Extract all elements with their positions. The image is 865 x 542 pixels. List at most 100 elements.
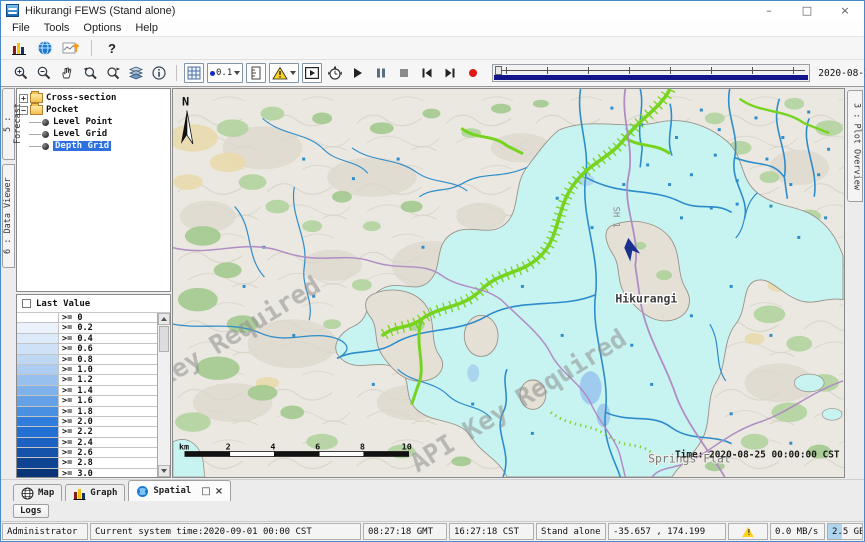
legend-row[interactable]: >= 0.4 <box>17 334 157 344</box>
stop-button[interactable] <box>394 63 414 83</box>
skip-to-end-button[interactable] <box>440 63 460 83</box>
close-button[interactable]: × <box>826 2 864 20</box>
scrollbar-thumb[interactable] <box>159 326 169 352</box>
info-icon[interactable] <box>149 63 169 83</box>
minimize-button[interactable]: – <box>750 2 788 20</box>
map-toolbar: 0.1 <box>1 60 864 87</box>
tab-forecast[interactable]: 5 : Forecast <box>2 88 15 160</box>
scroll-up-button[interactable] <box>158 313 170 325</box>
tree-item-label: Cross-section <box>46 93 116 103</box>
legend-scrollbar[interactable] <box>157 313 170 477</box>
tree-item-cross-section[interactable]: Cross-section <box>19 92 168 104</box>
app-window: Hikurangi FEWS (Stand alone) – □ × File … <box>0 0 865 542</box>
legend-row[interactable]: >= 0.6 <box>17 344 157 354</box>
legend-row[interactable]: >= 3.0 <box>17 469 157 477</box>
status-warning[interactable] <box>728 523 768 540</box>
map-view[interactable]: SH 1 Hikurangi Springs Flat API Key Requ… <box>172 88 845 478</box>
scroll-down-button[interactable] <box>158 465 170 477</box>
tab-plot-overview[interactable]: 3 : Plot Overview <box>847 90 863 202</box>
tree-item-depth-grid[interactable]: Depth Grid <box>19 140 168 152</box>
legend-row[interactable]: >= 0 <box>17 313 157 323</box>
time-slider[interactable] <box>492 64 810 82</box>
legend-value-label: >= 2.6 <box>59 448 157 457</box>
menu-file[interactable]: File <box>5 21 37 35</box>
legend-row[interactable]: >= 1.4 <box>17 386 157 396</box>
pan-hand-icon[interactable] <box>57 63 77 83</box>
animation-window-button[interactable] <box>302 63 322 83</box>
legend-color-swatch <box>17 396 59 405</box>
legend-row[interactable]: >= 1.6 <box>17 396 157 406</box>
legend-row[interactable]: >= 2.6 <box>17 448 157 458</box>
zoom-in-icon[interactable] <box>11 63 31 83</box>
legend-value-label: >= 2.4 <box>59 438 157 447</box>
chevron-down-icon <box>234 71 240 75</box>
legend-row[interactable]: >= 1.8 <box>17 407 157 417</box>
tab-map[interactable]: Map <box>13 484 62 501</box>
map-display-icon[interactable] <box>35 38 55 58</box>
legend-row[interactable]: >= 2.8 <box>17 458 157 468</box>
menu-bar: File Tools Options Help <box>1 20 864 37</box>
ruler-button[interactable] <box>246 63 266 83</box>
tab-graph[interactable]: Graph <box>65 484 125 501</box>
zoom-next-icon[interactable] <box>103 63 123 83</box>
maximize-panel-icon[interactable]: □ <box>201 486 210 497</box>
tab-spatial[interactable]: Spatial □ × <box>128 480 231 501</box>
legend-row[interactable]: >= 2.0 <box>17 417 157 427</box>
tree-item-level-point[interactable]: Level Point <box>19 116 168 128</box>
grid-display-button[interactable] <box>184 63 204 83</box>
tree-guide <box>29 134 41 135</box>
play-button[interactable] <box>348 63 368 83</box>
class-break-dropdown[interactable]: 0.1 <box>207 63 243 83</box>
menu-tools[interactable]: Tools <box>37 21 77 35</box>
legend-color-swatch <box>17 417 59 426</box>
last-value-checkbox[interactable] <box>22 299 31 308</box>
globe-wireframe-icon <box>21 487 34 500</box>
animation-settings-icon[interactable] <box>325 63 345 83</box>
folder-icon <box>30 105 43 115</box>
legend-row[interactable]: >= 1.0 <box>17 365 157 375</box>
layer-bullet-icon <box>42 131 49 138</box>
svg-text:4: 4 <box>270 442 275 452</box>
record-button[interactable] <box>463 63 483 83</box>
legend-row[interactable]: >= 0.8 <box>17 355 157 365</box>
legend-color-swatch <box>17 323 59 332</box>
menu-options[interactable]: Options <box>76 21 128 35</box>
legend-row[interactable]: >= 2.4 <box>17 438 157 448</box>
legend-row[interactable]: >= 2.2 <box>17 427 157 437</box>
tree-guide <box>29 122 41 123</box>
legend-row[interactable]: >= 1.2 <box>17 375 157 385</box>
time-slider-thumb[interactable] <box>495 66 502 75</box>
road-label: SH 1 <box>610 207 620 228</box>
layers-icon[interactable] <box>126 63 146 83</box>
legend-color-swatch <box>17 386 59 395</box>
skip-to-start-button[interactable] <box>417 63 437 83</box>
close-panel-icon[interactable]: × <box>215 486 223 497</box>
help-button[interactable]: ? <box>102 38 122 58</box>
north-label: N <box>182 95 189 109</box>
legend-row[interactable]: >= 0.2 <box>17 323 157 333</box>
scrollbar-track[interactable] <box>158 353 170 465</box>
expand-icon[interactable] <box>19 94 28 103</box>
menu-help[interactable]: Help <box>128 21 165 35</box>
spatial-display-icon[interactable] <box>61 38 81 58</box>
tree-item-level-grid[interactable]: Level Grid <box>19 128 168 140</box>
pause-button[interactable] <box>371 63 391 83</box>
tab-data-viewer[interactable]: 6 : Data Viewer <box>2 164 15 268</box>
map-canvas[interactable]: SH 1 Hikurangi Springs Flat API Key Requ… <box>173 89 844 477</box>
time-slider-track <box>497 70 805 71</box>
database-display-icon[interactable] <box>9 38 29 58</box>
zoom-out-icon[interactable] <box>34 63 54 83</box>
folder-icon <box>30 93 43 103</box>
warnings-dropdown[interactable] <box>269 63 299 83</box>
maximize-button[interactable]: □ <box>788 2 826 20</box>
layer-bullet-icon <box>42 143 49 150</box>
logs-button[interactable]: Logs <box>13 504 49 518</box>
zoom-previous-icon[interactable] <box>80 63 100 83</box>
tab-label: Graph <box>90 488 117 498</box>
tree-item-pocket[interactable]: Pocket <box>19 104 168 116</box>
arrow-up-icon <box>161 317 167 321</box>
svg-text:2: 2 <box>226 442 231 452</box>
logs-row: Logs <box>1 501 864 521</box>
legend-color-swatch <box>17 438 59 447</box>
help-icon: ? <box>108 41 116 56</box>
